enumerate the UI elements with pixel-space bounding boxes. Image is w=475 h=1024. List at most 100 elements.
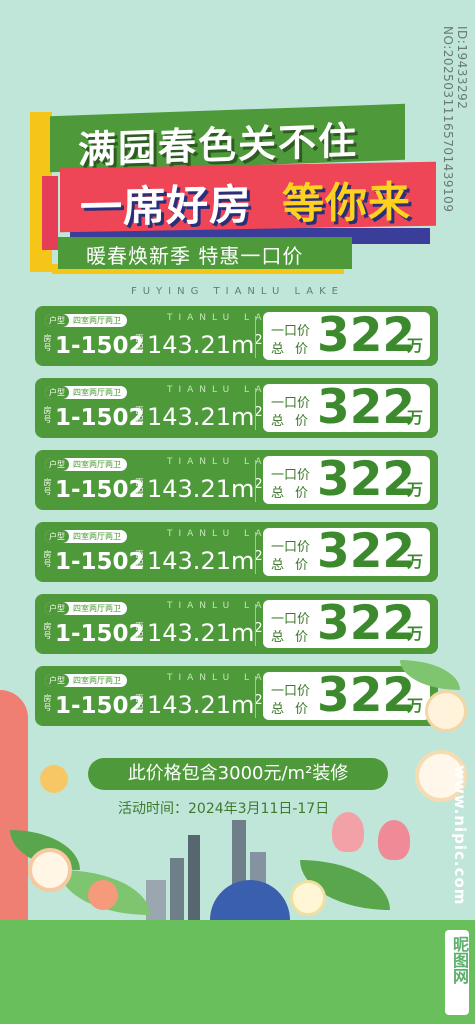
card-divider xyxy=(255,676,256,718)
price-label-total: 总价 xyxy=(271,630,320,645)
flower-icon xyxy=(28,848,72,892)
layout-tag-key: 户型 xyxy=(45,314,69,327)
price-label-total: 总价 xyxy=(271,342,320,357)
logo-watermark: 昵图网 xyxy=(445,930,469,1015)
layout-tag-value: 四室两厅两卫 xyxy=(73,316,121,325)
area-label: 面积 xyxy=(135,550,144,568)
listing-card: 户型 四室两厅两卫 TIANLU LAKE 房号 1-1502 面积 143.2… xyxy=(35,522,438,582)
price-box: 一口价 总价 322 万 xyxy=(263,668,430,723)
area-number: 143.21m xyxy=(147,403,255,431)
english-subtitle: FUYING TIANLU LAKE xyxy=(130,286,344,297)
room-label: 房号 xyxy=(43,334,52,352)
area-value: 143.21m2 xyxy=(147,691,263,719)
price-label-onetime: 一口价 xyxy=(271,612,311,627)
card-divider xyxy=(255,460,256,502)
tulip-icon xyxy=(332,812,364,852)
title-decor-red xyxy=(42,176,58,250)
price-value: 322 xyxy=(317,668,416,723)
price-label-total: 总价 xyxy=(271,702,320,717)
listing-card: 户型 四室两厅两卫 TIANLU LAKE 房号 1-1502 面积 143.2… xyxy=(35,594,438,654)
coral-leaf-decor xyxy=(0,690,28,920)
price-box: 一口价 总价 322 万 xyxy=(263,308,430,363)
area-number: 143.21m xyxy=(147,475,255,503)
listing-card: 户型 四室两厅两卫 TIANLU LAKE 房号 1-1502 面积 143.2… xyxy=(35,666,438,726)
price-value: 322 xyxy=(317,380,416,435)
room-number: 1-1502 xyxy=(55,693,145,719)
layout-tag: 户型 四室两厅两卫 xyxy=(45,314,127,327)
area-number: 143.21m xyxy=(147,331,255,359)
hill-decor xyxy=(210,880,290,920)
price-unit: 万 xyxy=(407,408,424,427)
layout-tag-value: 四室两厅两卫 xyxy=(73,388,121,397)
headline-line3: 暖春焕新季 特惠一口价 xyxy=(86,244,304,268)
room-number: 1-1502 xyxy=(55,333,145,359)
headline-line3-box: 暖春焕新季 特惠一口价 xyxy=(58,237,352,269)
layout-tag-key: 户型 xyxy=(45,602,69,615)
price-unit: 万 xyxy=(407,336,424,355)
flower-icon xyxy=(88,880,118,910)
logo-text: 昵图网 xyxy=(450,936,469,984)
price-box: 一口价 总价 322 万 xyxy=(263,380,430,435)
room-number: 1-1502 xyxy=(55,549,145,575)
area-label: 面积 xyxy=(135,406,144,424)
price-unit: 万 xyxy=(407,696,424,715)
area-number: 143.21m xyxy=(147,691,255,719)
price-label-onetime: 一口价 xyxy=(271,324,311,339)
room-label: 房号 xyxy=(43,694,52,712)
area-value: 143.21m2 xyxy=(147,475,263,503)
headline-line1-box: 满园春色关不住 xyxy=(50,103,405,172)
card-divider xyxy=(255,316,256,358)
price-label-total: 总价 xyxy=(271,414,320,429)
area-value: 143.21m2 xyxy=(147,619,263,647)
tulip-icon xyxy=(378,820,410,860)
room-number: 1-1502 xyxy=(55,477,145,503)
layout-tag: 户型 四室两厅两卫 xyxy=(45,674,127,687)
price-note: 此价格包含3000元/m²装修 xyxy=(88,758,388,790)
layout-tag-key: 户型 xyxy=(45,530,69,543)
layout-tag: 户型 四室两厅两卫 xyxy=(45,386,127,399)
room-number: 1-1502 xyxy=(55,405,145,431)
layout-tag: 户型 四室两厅两卫 xyxy=(45,458,127,471)
card-divider xyxy=(255,532,256,574)
headline-line2a: 一席好房 xyxy=(80,179,253,232)
price-label-onetime: 一口价 xyxy=(271,396,311,411)
price-value: 322 xyxy=(317,452,416,507)
image-id-watermark: ID:19433292 NO:20250311165701439109 xyxy=(441,26,469,213)
card-divider xyxy=(255,604,256,646)
price-box: 一口价 总价 322 万 xyxy=(263,596,430,651)
headline-line2b: 等你来 xyxy=(282,177,412,229)
price-box: 一口价 总价 322 万 xyxy=(263,452,430,507)
area-label: 面积 xyxy=(135,622,144,640)
price-value: 322 xyxy=(317,524,416,579)
area-number: 143.21m xyxy=(147,619,255,647)
room-label: 房号 xyxy=(43,406,52,424)
area-value: 143.21m2 xyxy=(147,547,263,575)
flower-icon xyxy=(40,765,68,793)
price-unit: 万 xyxy=(407,624,424,643)
layout-tag-value: 四室两厅两卫 xyxy=(73,676,121,685)
listing-card: 户型 四室两厅两卫 TIANLU LAKE 房号 1-1502 面积 143.2… xyxy=(35,378,438,438)
layout-tag-value: 四室两厅两卫 xyxy=(73,460,121,469)
room-label: 房号 xyxy=(43,478,52,496)
layout-tag: 户型 四室两厅两卫 xyxy=(45,602,127,615)
area-value: 143.21m2 xyxy=(147,331,263,359)
area-number: 143.21m xyxy=(147,547,255,575)
area-label: 面积 xyxy=(135,694,144,712)
listing-card: 户型 四室两厅两卫 TIANLU LAKE 房号 1-1502 面积 143.2… xyxy=(35,450,438,510)
area-value: 143.21m2 xyxy=(147,403,263,431)
layout-tag-key: 户型 xyxy=(45,458,69,471)
price-unit: 万 xyxy=(407,480,424,499)
layout-tag: 户型 四室两厅两卫 xyxy=(45,530,127,543)
building-icon xyxy=(170,858,184,920)
price-label-onetime: 一口价 xyxy=(271,684,311,699)
listing-card: 户型 四室两厅两卫 TIANLU LAKE 房号 1-1502 面积 143.2… xyxy=(35,306,438,366)
flower-icon xyxy=(290,880,326,916)
layout-tag-key: 户型 xyxy=(45,386,69,399)
price-value: 322 xyxy=(317,308,416,363)
area-label: 面积 xyxy=(135,478,144,496)
area-label: 面积 xyxy=(135,334,144,352)
layout-tag-key: 户型 xyxy=(45,674,69,687)
room-number: 1-1502 xyxy=(55,621,145,647)
price-unit: 万 xyxy=(407,552,424,571)
price-value: 322 xyxy=(317,596,416,651)
